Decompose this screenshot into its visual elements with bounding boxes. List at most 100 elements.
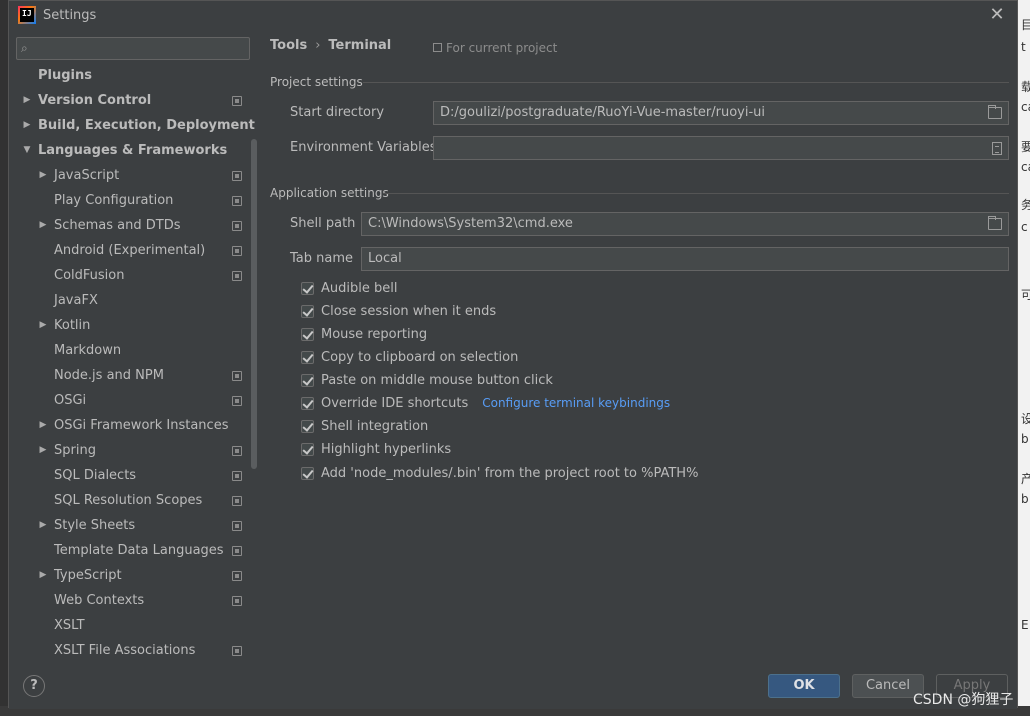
start-directory-field[interactable]: D:/goulizi/postgraduate/RuoYi-Vue-master… xyxy=(433,101,1009,125)
project-settings-title: Project settings xyxy=(270,75,363,89)
sidebar-item[interactable]: OSGi xyxy=(9,388,249,413)
expand-arrow-icon[interactable]: ▶ xyxy=(37,413,49,438)
option-checkbox-row[interactable]: Audible bell xyxy=(301,278,397,298)
option-checkbox-row[interactable]: Highlight hyperlinks xyxy=(301,439,451,459)
sidebar-item[interactable]: ▶ TypeScript xyxy=(9,563,249,588)
sidebar-item[interactable]: ▶ Schemas and DTDs xyxy=(9,213,249,238)
checkbox[interactable] xyxy=(301,419,314,433)
sidebar-item[interactable]: Plugins xyxy=(9,63,249,88)
background-text-fragment: t xyxy=(1021,40,1026,54)
checkbox[interactable] xyxy=(301,350,314,364)
background-left-strip xyxy=(0,0,8,716)
expand-arrow-icon[interactable]: ▶ xyxy=(37,563,49,588)
dialog-footer: ? OK Cancel Apply xyxy=(9,661,1017,709)
sidebar-item[interactable]: Play Configuration xyxy=(9,188,249,213)
checkbox[interactable] xyxy=(301,373,314,387)
sidebar-item[interactable]: Markdown xyxy=(9,338,249,363)
sidebar-item[interactable]: SQL Resolution Scopes xyxy=(9,488,249,513)
breadcrumb-current: Terminal xyxy=(328,38,392,53)
sidebar-item[interactable]: Node.js and NPM xyxy=(9,363,249,388)
sidebar-item-label: Markdown xyxy=(54,343,122,358)
browse-folder-icon[interactable] xyxy=(988,105,1002,119)
expand-arrow-icon[interactable]: ▶ xyxy=(37,513,49,538)
sidebar-item-label: Kotlin xyxy=(54,318,91,333)
browse-folder-icon[interactable] xyxy=(988,216,1002,230)
sidebar-scrollbar[interactable] xyxy=(251,139,257,469)
background-text-fragment: 目 xyxy=(1021,18,1030,32)
sidebar-item[interactable]: Template Data Languages xyxy=(9,538,249,563)
csdn-watermark: CSDN @狗狸子 xyxy=(913,692,1014,708)
option-checkbox-row[interactable]: Paste on middle mouse button click xyxy=(301,370,553,390)
sidebar-item-label: Template Data Languages xyxy=(54,543,224,558)
option-checkbox-row[interactable]: Close session when it ends xyxy=(301,301,496,321)
search-input[interactable] xyxy=(39,40,239,57)
sidebar-item-label: SQL Dialects xyxy=(54,468,137,483)
background-text-fragment: 载 xyxy=(1021,80,1030,94)
sidebar-item[interactable]: ▶ OSGi Framework Instances xyxy=(9,413,249,438)
sidebar-item-label: Version Control xyxy=(38,93,152,108)
sidebar-item-label: Spring xyxy=(54,443,96,458)
sidebar-item[interactable]: ▶ Version Control xyxy=(9,88,249,113)
project-scope-icon xyxy=(232,196,242,206)
intellij-app-icon: IJ xyxy=(18,6,36,24)
sidebar-item[interactable]: ▶ JavaScript xyxy=(9,163,249,188)
sidebar-item[interactable]: XSLT xyxy=(9,613,249,638)
expand-arrow-icon[interactable]: ▶ xyxy=(37,213,49,238)
background-text-fragment: 产 xyxy=(1021,472,1030,486)
sidebar-item[interactable]: ▶ Build, Execution, Deployment xyxy=(9,113,255,138)
checkbox[interactable] xyxy=(301,466,314,480)
sidebar-item[interactable]: JavaFX xyxy=(9,288,249,313)
settings-tree: Plugins ▶ Version Control ▶ Build, Execution… xyxy=(9,63,255,661)
help-button[interactable]: ? xyxy=(23,675,45,697)
sidebar-item[interactable]: XSLT File Associations xyxy=(9,638,249,661)
background-text-fragment: 要 xyxy=(1021,140,1030,154)
title-bar: IJ Settings ✕ xyxy=(9,1,1017,29)
settings-search[interactable]: ⌕ xyxy=(16,37,250,60)
project-scope-icon xyxy=(232,271,242,281)
checkbox[interactable] xyxy=(301,396,314,410)
option-checkbox-row[interactable]: Copy to clipboard on selection xyxy=(301,347,518,367)
checkbox-label: Audible bell xyxy=(321,280,398,296)
checkbox[interactable] xyxy=(301,304,314,318)
background-text-fragment: b xyxy=(1021,492,1029,506)
close-icon[interactable]: ✕ xyxy=(987,5,1007,25)
ok-button[interactable]: OK xyxy=(768,674,840,698)
expand-arrow-icon[interactable]: ▶ xyxy=(21,88,33,113)
option-checkbox-row[interactable]: Mouse reporting xyxy=(301,324,427,344)
env-vars-field[interactable] xyxy=(433,136,1009,160)
background-text-fragment: b xyxy=(1021,432,1029,446)
sidebar-item[interactable]: Web Contexts xyxy=(9,588,249,613)
tab-name-label: Tab name xyxy=(290,251,354,266)
shell-path-field[interactable]: C:\Windows\System32\cmd.exe xyxy=(361,212,1009,236)
expand-arrow-icon[interactable]: ▶ xyxy=(37,163,49,188)
tab-name-field[interactable]: Local xyxy=(361,247,1009,271)
option-checkbox-row[interactable]: Shell integration xyxy=(301,416,428,436)
expand-arrow-icon[interactable]: ▶ xyxy=(21,113,33,138)
checkbox[interactable] xyxy=(301,281,314,295)
project-scope-icon xyxy=(232,646,242,656)
sidebar-item[interactable]: ▶ Spring xyxy=(9,438,249,463)
collapse-arrow-icon[interactable]: ▼ xyxy=(21,138,33,163)
checkbox[interactable] xyxy=(301,327,314,341)
sidebar-item[interactable]: ▶ Style Sheets xyxy=(9,513,249,538)
checkbox-label: Mouse reporting xyxy=(321,326,428,342)
start-directory-label: Start directory xyxy=(290,105,385,120)
option-checkbox-row[interactable]: Add 'node_modules/.bin' from the project… xyxy=(301,463,698,483)
section-divider xyxy=(363,82,1009,83)
checkbox[interactable] xyxy=(301,442,314,456)
terminal-settings-panel: Tools › Terminal For current project Proje… xyxy=(259,29,1017,661)
expand-arrow-icon[interactable]: ▶ xyxy=(37,313,49,338)
sidebar-item[interactable]: SQL Dialects xyxy=(9,463,249,488)
expand-arrow-icon[interactable]: ▶ xyxy=(37,438,49,463)
sidebar-item[interactable]: ▼ Languages & Frameworks xyxy=(9,138,249,163)
sidebar-item-label: SQL Resolution Scopes xyxy=(54,493,203,508)
sidebar-item[interactable]: Android (Experimental) xyxy=(9,238,249,263)
sidebar-item-label: ColdFusion xyxy=(54,268,125,283)
breadcrumb-parent[interactable]: Tools xyxy=(270,38,307,53)
option-checkbox-row[interactable]: Override IDE shortcuts Configure terminal… xyxy=(301,393,670,413)
edit-env-vars-icon[interactable] xyxy=(992,142,1002,155)
sidebar-item[interactable]: ▶ Kotlin xyxy=(9,313,249,338)
project-scope-icon xyxy=(433,43,442,52)
configure-keybindings-link[interactable]: Configure terminal keybindings xyxy=(482,396,670,410)
sidebar-item[interactable]: ColdFusion xyxy=(9,263,249,288)
